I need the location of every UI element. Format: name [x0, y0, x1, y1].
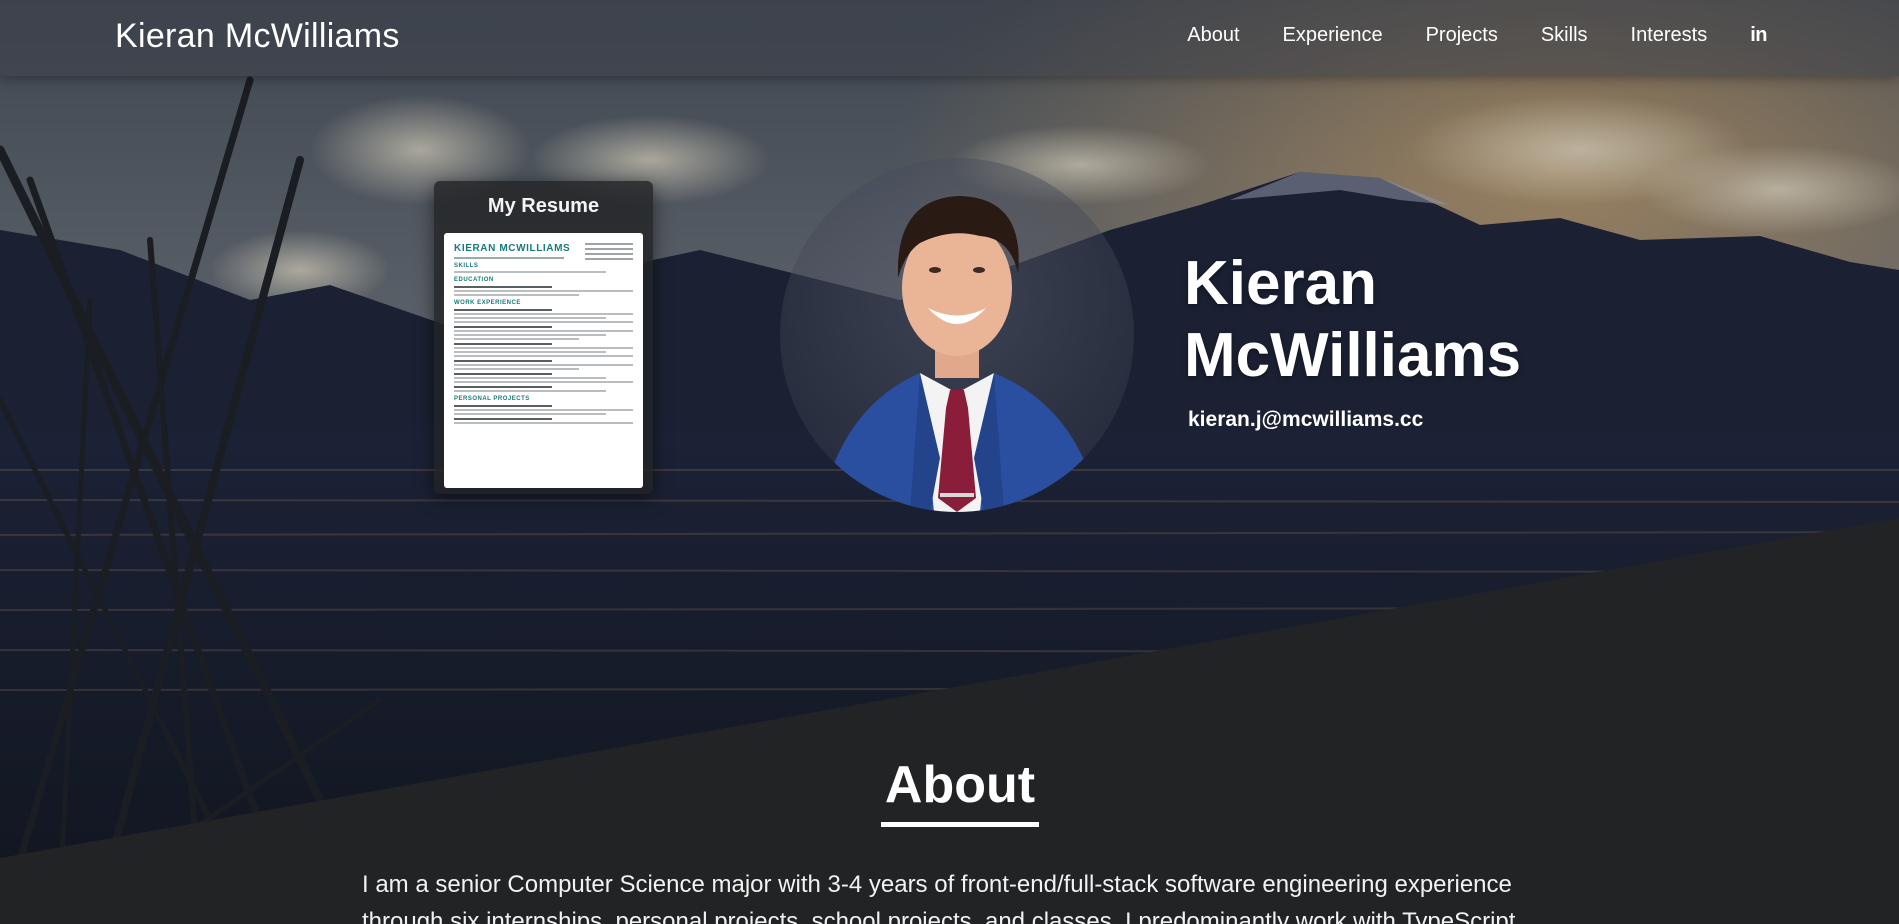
nav-links: About Experience Projects Skills Interes…: [1187, 24, 1767, 47]
resume-preview-line: [454, 377, 607, 379]
resume-preview-contact: [585, 243, 633, 263]
resume-preview-line: [454, 290, 633, 292]
about-paragraph: I am a senior Computer Science major wit…: [362, 871, 1516, 924]
resume-preview-line: [454, 330, 633, 332]
resume-preview-line: [454, 422, 633, 424]
resume-preview-line: [454, 321, 633, 323]
hero-name-first: Kieran: [1184, 249, 1377, 318]
resume-preview-line: [454, 418, 553, 420]
resume-thumbnail: KIERAN MCWILLIAMS SKILLS EDUCATION WORK …: [444, 233, 643, 488]
nav-item-projects: Projects: [1426, 24, 1498, 47]
resume-preview-line: [454, 409, 633, 411]
resume-preview-line: [454, 334, 607, 336]
email-link[interactable]: kieran.j@mcwilliams.cc: [1188, 408, 1423, 432]
about-heading-underline: [881, 822, 1039, 827]
profile-photo-illustration: [820, 196, 1100, 512]
resume-preview-section: WORK EXPERIENCE: [454, 300, 521, 306]
resume-preview-line: [454, 338, 580, 340]
resume-preview-line: [454, 381, 633, 383]
nav-item-interests: Interests: [1631, 24, 1708, 47]
resume-preview-line: [454, 386, 553, 388]
resume-preview-line: [454, 347, 633, 349]
resume-card[interactable]: My Resume KIERAN MCWILLIAMS SKILLS EDUCA…: [434, 181, 653, 494]
nav-link-skills[interactable]: Skills: [1541, 24, 1588, 46]
about-heading: About: [884, 756, 1036, 814]
resume-title: My Resume: [487, 195, 600, 217]
resume-preview-line: [454, 355, 633, 357]
nav-link-experience[interactable]: Experience: [1283, 24, 1383, 46]
resume-preview-line: [454, 271, 607, 273]
resume-preview-line: [454, 390, 607, 392]
resume-preview-section: SKILLS: [454, 263, 479, 269]
resume-preview-line: [454, 286, 553, 288]
resume-preview-line: [454, 309, 553, 311]
resume-preview-line: [454, 373, 553, 375]
nav-item-linkedin: in: [1750, 24, 1767, 47]
resume-preview-line: [454, 343, 553, 345]
profile-photo: [780, 158, 1134, 512]
resume-preview-line: [454, 317, 607, 319]
hero-name-last: McWilliams: [1184, 321, 1522, 390]
resume-preview-line: [454, 413, 607, 415]
nav-link-about[interactable]: About: [1187, 24, 1239, 46]
nav-item-about: About: [1187, 24, 1239, 47]
nav-link-interests[interactable]: Interests: [1631, 24, 1708, 46]
nav-item-experience: Experience: [1283, 24, 1383, 47]
resume-preview-line: [454, 360, 553, 362]
resume-preview-line: [454, 364, 633, 366]
resume-preview-line: [454, 351, 607, 353]
nav-link-projects[interactable]: Projects: [1426, 24, 1498, 46]
resume-preview-line: [454, 313, 633, 315]
brand-link[interactable]: Kieran McWilliams: [115, 17, 400, 56]
resume-preview-section: EDUCATION: [454, 277, 494, 283]
nav-item-skills: Skills: [1541, 24, 1588, 47]
resume-preview-line: [454, 294, 580, 296]
resume-preview-section: PERSONAL PROJECTS: [454, 396, 530, 402]
resume-preview-line: [454, 368, 580, 370]
hero-name: Kieran McWilliams: [1184, 248, 1521, 392]
resume-preview-subtitle: [454, 257, 564, 259]
resume-preview-line: [454, 405, 553, 407]
linkedin-icon[interactable]: in: [1750, 24, 1767, 46]
top-navbar: Kieran McWilliams About Experience Proje…: [0, 0, 1899, 76]
resume-preview-line: [454, 326, 553, 328]
